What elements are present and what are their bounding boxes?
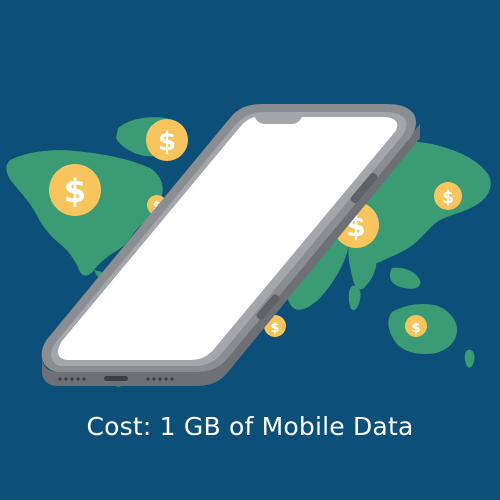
infographic-canvas: $ $ $ $ $ $ $ Cost: 1 GB of Mobile Data bbox=[0, 0, 500, 500]
dollar-coin-icon: $ bbox=[146, 119, 188, 161]
dollar-coin-icon: $ bbox=[49, 164, 101, 216]
madagascar-shape bbox=[348, 285, 361, 311]
dollar-coin-icon: $ bbox=[434, 182, 462, 210]
new-zealand-shape bbox=[464, 349, 475, 368]
svg-text:$: $ bbox=[270, 321, 279, 336]
svg-text:$: $ bbox=[442, 188, 454, 208]
caption-title: Cost: 1 GB of Mobile Data bbox=[86, 412, 414, 441]
southeast-asia-shape bbox=[389, 267, 421, 289]
dollar-coin-icon: $ bbox=[405, 315, 427, 337]
svg-text:$: $ bbox=[64, 172, 86, 210]
phone-charging-port bbox=[104, 376, 128, 381]
svg-text:$: $ bbox=[411, 321, 420, 336]
svg-text:$: $ bbox=[158, 127, 176, 157]
